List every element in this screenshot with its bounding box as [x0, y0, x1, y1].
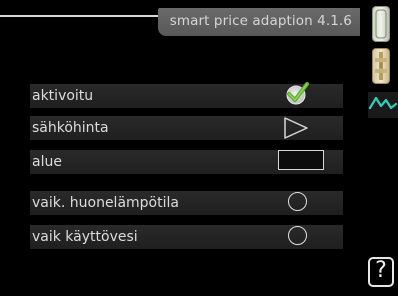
thermometer-tab-icon[interactable]	[372, 6, 390, 42]
header-divider	[0, 15, 160, 17]
menu-row-vaik-kayttovesi[interactable]: vaik käyttövesi	[30, 225, 343, 249]
title-bar: smart price adaption 4.1.6	[158, 8, 360, 36]
ruler-icon	[375, 52, 387, 80]
side-tab-strip	[366, 0, 398, 296]
help-button[interactable]: ?	[368, 257, 394, 287]
checkbox-control[interactable]	[274, 82, 330, 108]
menu-row-sahkohinta[interactable]: sähköhinta	[30, 116, 343, 140]
screen: smart price adaption 4.1.6 aktivoitu säh…	[0, 0, 398, 296]
value-box[interactable]	[278, 150, 324, 170]
menu-row-label: alue	[32, 154, 62, 170]
menu-row-alue[interactable]: alue	[30, 150, 343, 174]
price-graph-icon	[368, 96, 398, 110]
price-graph-tab-icon[interactable]	[368, 92, 398, 118]
thermometer-icon	[375, 9, 387, 39]
triangle-right-icon	[284, 117, 308, 139]
menu-row-label: vaik käyttövesi	[32, 229, 138, 245]
ruler-tab-icon[interactable]	[372, 48, 390, 84]
menu-row-label: vaik. huonelämpötila	[32, 195, 179, 211]
radio-circle-icon[interactable]	[288, 192, 307, 211]
help-icon: ?	[375, 258, 387, 283]
menu-row-label: sähköhinta	[32, 120, 109, 136]
radio-control[interactable]	[274, 225, 330, 249]
value-control[interactable]	[274, 150, 330, 174]
navigate-control[interactable]	[274, 116, 330, 140]
menu-row-label: aktivoitu	[32, 88, 94, 104]
radio-circle-icon[interactable]	[288, 226, 307, 245]
checkmark-icon	[286, 82, 309, 105]
menu-row-vaik-huonelampotila[interactable]: vaik. huonelämpötila	[30, 191, 343, 215]
radio-control[interactable]	[274, 191, 330, 215]
menu-row-aktivoitu[interactable]: aktivoitu	[30, 82, 343, 108]
page-title: smart price adaption 4.1.6	[169, 13, 352, 29]
